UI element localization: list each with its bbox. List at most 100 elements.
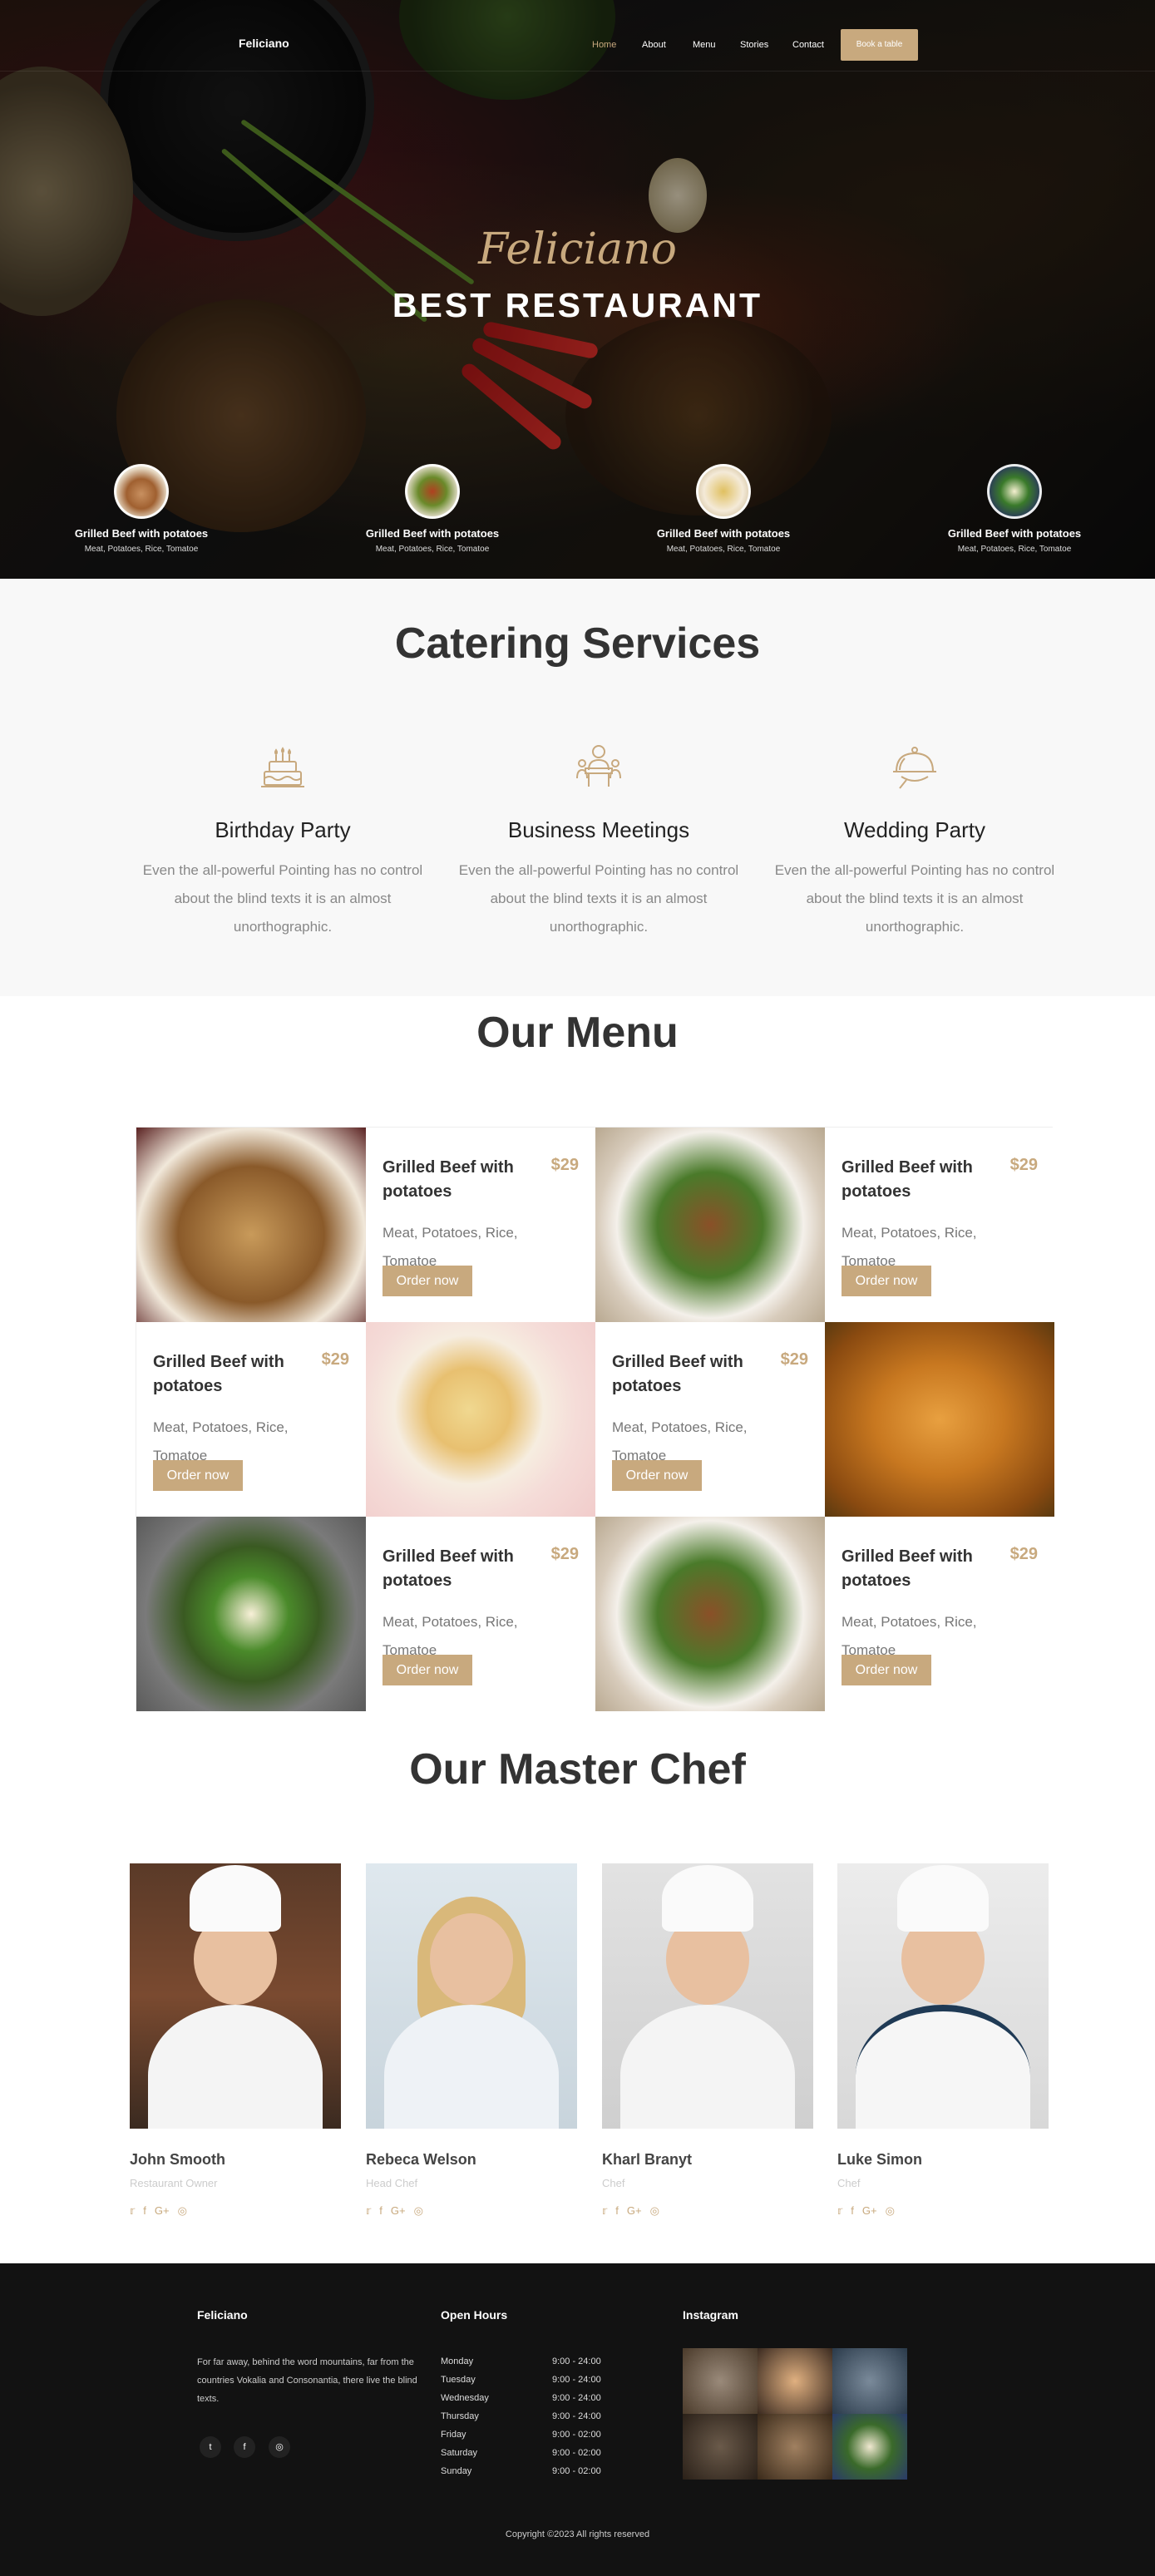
chef-hat xyxy=(662,1865,753,1932)
order-now-button[interactable]: Order now xyxy=(153,1460,243,1491)
instagram-icon[interactable]: ◎ xyxy=(650,2204,659,2218)
facebook-icon[interactable]: f xyxy=(851,2204,854,2218)
hours-time: 9:00 - 24:00 xyxy=(552,2356,601,2366)
hero-section: Feliciano Home About Menu Stories Contac… xyxy=(0,0,1155,579)
dish-photo xyxy=(595,1517,825,1711)
google-plus-icon[interactable]: G+ xyxy=(627,2204,642,2218)
chef-photo xyxy=(602,1863,813,2129)
menu-item-price: $29 xyxy=(550,1156,579,1174)
footer-instagram-title: Instagram xyxy=(683,2308,738,2322)
twitter-icon[interactable]: 𝕣 xyxy=(837,2204,842,2218)
chef-jacket xyxy=(620,2005,795,2129)
hero-feature[interactable]: Grilled Beef with potatoes Meat, Potatoe… xyxy=(911,464,1118,554)
dish-title: Grilled Beef with potatoes xyxy=(656,527,791,540)
hours-time: 9:00 - 24:00 xyxy=(552,2375,601,2385)
chef-photo xyxy=(366,1863,577,2129)
instagram-photo[interactable] xyxy=(832,2348,907,2414)
chef-social-links: 𝕣 f G+ ◎ xyxy=(366,2204,577,2218)
chef-social-links: 𝕣 f G+ ◎ xyxy=(602,2204,813,2218)
hours-day: Saturday xyxy=(441,2448,478,2458)
menu-item-price: $29 xyxy=(321,1350,349,1369)
serving-dish-icon xyxy=(893,747,936,789)
chef-name: John Smooth xyxy=(130,2151,225,2168)
instagram-icon[interactable]: ◎ xyxy=(269,2436,290,2458)
service-name: Business Meetings xyxy=(507,817,690,842)
chef-social-links: 𝕣 f G+ ◎ xyxy=(837,2204,1049,2218)
service-description: Even the all-powerful Pointing has no co… xyxy=(142,862,423,935)
menu-item: Grilled Beef with potatoes $29 Meat, Pot… xyxy=(825,1128,1054,1322)
hero-feature[interactable]: Grilled Beef with potatoes Meat, Potatoe… xyxy=(328,464,536,554)
facebook-icon[interactable]: f xyxy=(143,2204,146,2218)
order-now-button[interactable]: Order now xyxy=(842,1655,931,1685)
dish-thumbnail xyxy=(696,464,751,519)
menu-item: Grilled Beef with potatoes $29 Meat, Pot… xyxy=(366,1517,595,1711)
nav-link-menu[interactable]: Menu xyxy=(693,40,716,50)
menu-item-image xyxy=(595,1128,825,1322)
section-title: Our Master Chef xyxy=(409,1745,746,1794)
instagram-photo[interactable] xyxy=(683,2348,758,2414)
hero-script-title: Feliciano xyxy=(478,225,677,274)
menu-item-name: Grilled Beef with potatoes xyxy=(842,1547,973,1590)
instagram-photo[interactable] xyxy=(758,2414,832,2480)
hours-time: 9:00 - 02:00 xyxy=(552,2430,601,2440)
dish-photo xyxy=(595,1128,825,1322)
facebook-icon[interactable]: f xyxy=(379,2204,383,2218)
google-plus-icon[interactable]: G+ xyxy=(391,2204,406,2218)
catering-section: Catering Services Birthday Party Even th… xyxy=(0,579,1155,996)
chef-card: Kharl Branyt Chef 𝕣 f G+ ◎ xyxy=(602,1863,813,2218)
instagram-photo[interactable] xyxy=(832,2414,907,2480)
menu-item-image xyxy=(136,1517,366,1711)
menu-item-image xyxy=(595,1517,825,1711)
footer-about-text: For far away, behind the word mountains,… xyxy=(197,2357,417,2404)
google-plus-icon[interactable]: G+ xyxy=(155,2204,170,2218)
menu-item-price: $29 xyxy=(550,1545,579,1563)
brand-logo[interactable]: Feliciano xyxy=(239,37,289,50)
nav-link-contact[interactable]: Contact xyxy=(792,40,824,50)
chef-social-links: 𝕣 f G+ ◎ xyxy=(130,2204,341,2218)
order-now-button[interactable]: Order now xyxy=(383,1266,472,1296)
menu-item-name: Grilled Beef with potatoes xyxy=(383,1547,514,1590)
chef-photo xyxy=(837,1863,1049,2129)
instagram-photo[interactable] xyxy=(758,2348,832,2414)
menu-item-name: Grilled Beef with potatoes xyxy=(842,1158,973,1201)
service-description: Even the all-powerful Pointing has no co… xyxy=(458,862,739,935)
instagram-photo[interactable] xyxy=(683,2414,758,2480)
hours-day: Thursday xyxy=(441,2411,479,2421)
twitter-icon[interactable]: 𝕣 xyxy=(366,2204,371,2218)
service-card: Business Meetings Even the all-powerful … xyxy=(457,742,740,941)
nav-link-stories[interactable]: Stories xyxy=(740,40,768,50)
facebook-icon[interactable]: f xyxy=(234,2436,255,2458)
hours-time: 9:00 - 02:00 xyxy=(552,2448,601,2458)
site-footer: Feliciano For far away, behind the word … xyxy=(0,2263,1155,2576)
menu-item: Grilled Beef with potatoes $29 Meat, Pot… xyxy=(825,1517,1054,1711)
nav-link-about[interactable]: About xyxy=(642,40,666,50)
twitter-icon[interactable]: 𝕣 xyxy=(602,2204,607,2218)
hours-time: 9:00 - 02:00 xyxy=(552,2466,601,2476)
twitter-icon[interactable]: t xyxy=(200,2436,221,2458)
hero-feature[interactable]: Grilled Beef with potatoes Meat, Potatoe… xyxy=(619,464,827,554)
twitter-icon[interactable]: 𝕣 xyxy=(130,2204,135,2218)
nav-link-home[interactable]: Home xyxy=(592,40,616,50)
hero-feature[interactable]: Grilled Beef with potatoes Meat, Potatoe… xyxy=(37,464,245,554)
section-title: Catering Services xyxy=(394,619,761,668)
service-card: Birthday Party Even the all-powerful Poi… xyxy=(141,742,424,941)
dish-ingredients: Meat, Potatoes, Rice, Tomatoe xyxy=(375,545,490,554)
facebook-icon[interactable]: f xyxy=(615,2204,619,2218)
dish-photo xyxy=(366,1322,595,1517)
order-now-button[interactable]: Order now xyxy=(612,1460,702,1491)
menu-grid: Grilled Beef with potatoes $29 Meat, Pot… xyxy=(136,1127,1054,1711)
chef-hat xyxy=(897,1865,989,1932)
dish-thumbnail xyxy=(405,464,460,519)
instagram-icon[interactable]: ◎ xyxy=(178,2204,187,2218)
order-now-button[interactable]: Order now xyxy=(842,1266,931,1296)
dish-title: Grilled Beef with potatoes xyxy=(74,527,209,540)
menu-item-name: Grilled Beef with potatoes xyxy=(383,1158,514,1201)
chef-role: Chef xyxy=(837,2177,861,2189)
instagram-icon[interactable]: ◎ xyxy=(886,2204,895,2218)
instagram-icon[interactable]: ◎ xyxy=(414,2204,423,2218)
order-now-button[interactable]: Order now xyxy=(383,1655,472,1685)
book-table-button[interactable]: Book a table xyxy=(841,29,918,61)
google-plus-icon[interactable]: G+ xyxy=(862,2204,877,2218)
menu-item: Grilled Beef with potatoes $29 Meat, Pot… xyxy=(136,1322,366,1517)
chef-face xyxy=(430,1913,513,2005)
